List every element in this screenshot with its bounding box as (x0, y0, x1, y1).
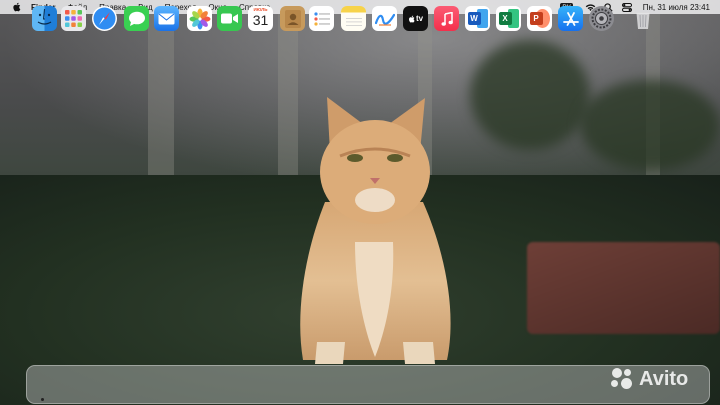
apple-menu-icon[interactable] (10, 1, 22, 13)
avito-watermark: Avito (610, 367, 688, 391)
finder-running-indicator (41, 398, 44, 401)
facetime-icon (221, 13, 238, 24)
safari-icon (93, 7, 116, 30)
dock-facetime[interactable] (217, 6, 242, 31)
dock-notes[interactable] (341, 6, 366, 31)
excel-label: X (502, 14, 508, 23)
wallpaper-cat (300, 97, 451, 364)
desktop-wallpaper (0, 0, 720, 405)
finder-icon (37, 8, 52, 25)
dock-tv[interactable]: tv (403, 6, 428, 31)
dock-trash[interactable] (630, 6, 655, 31)
trash-icon (634, 9, 651, 29)
dock (26, 365, 710, 404)
tv-icon (408, 15, 415, 22)
settings-icon (591, 8, 612, 29)
dock-launchpad[interactable] (61, 6, 86, 31)
dock-freeform[interactable] (372, 6, 397, 31)
dock-word[interactable]: W (465, 6, 490, 31)
dock-reminders[interactable] (309, 6, 334, 31)
photos-icon (189, 8, 210, 29)
dock-finder[interactable] (32, 6, 57, 31)
dock-powerpoint[interactable]: P (527, 6, 552, 31)
app-store-icon (562, 11, 579, 26)
powerpoint-label: P (533, 14, 539, 23)
notes-icon (345, 17, 362, 26)
calendar-day: 31 (252, 12, 269, 28)
dock-music[interactable] (434, 6, 459, 31)
contacts-icon (284, 9, 301, 28)
avito-logo-icon (610, 367, 636, 391)
avito-watermark-text: Avito (639, 367, 689, 390)
dock-contacts[interactable] (280, 6, 305, 31)
tv-label: tv (415, 14, 424, 23)
dock-calendar[interactable]: ИЮЛЬ 31 (248, 6, 273, 31)
dock-app-store[interactable] (558, 6, 583, 31)
dock-mail[interactable] (154, 6, 179, 31)
launchpad-icon (65, 10, 82, 27)
mail-icon (158, 13, 175, 24)
freeform-icon (374, 13, 395, 26)
dock-excel[interactable]: X (496, 6, 521, 31)
reminders-icon (313, 11, 330, 26)
wallpaper-tree (580, 80, 720, 170)
messages-icon (128, 11, 145, 26)
word-label: W (470, 14, 478, 23)
dock-messages[interactable] (124, 6, 149, 31)
wallpaper-tree (470, 40, 590, 150)
wallpaper-brick (527, 242, 720, 334)
music-icon (441, 11, 453, 26)
dock-photos[interactable] (187, 6, 212, 31)
dock-safari[interactable] (92, 6, 117, 31)
dock-system-settings[interactable] (589, 6, 614, 31)
wallpaper-fence-post (148, 14, 174, 179)
